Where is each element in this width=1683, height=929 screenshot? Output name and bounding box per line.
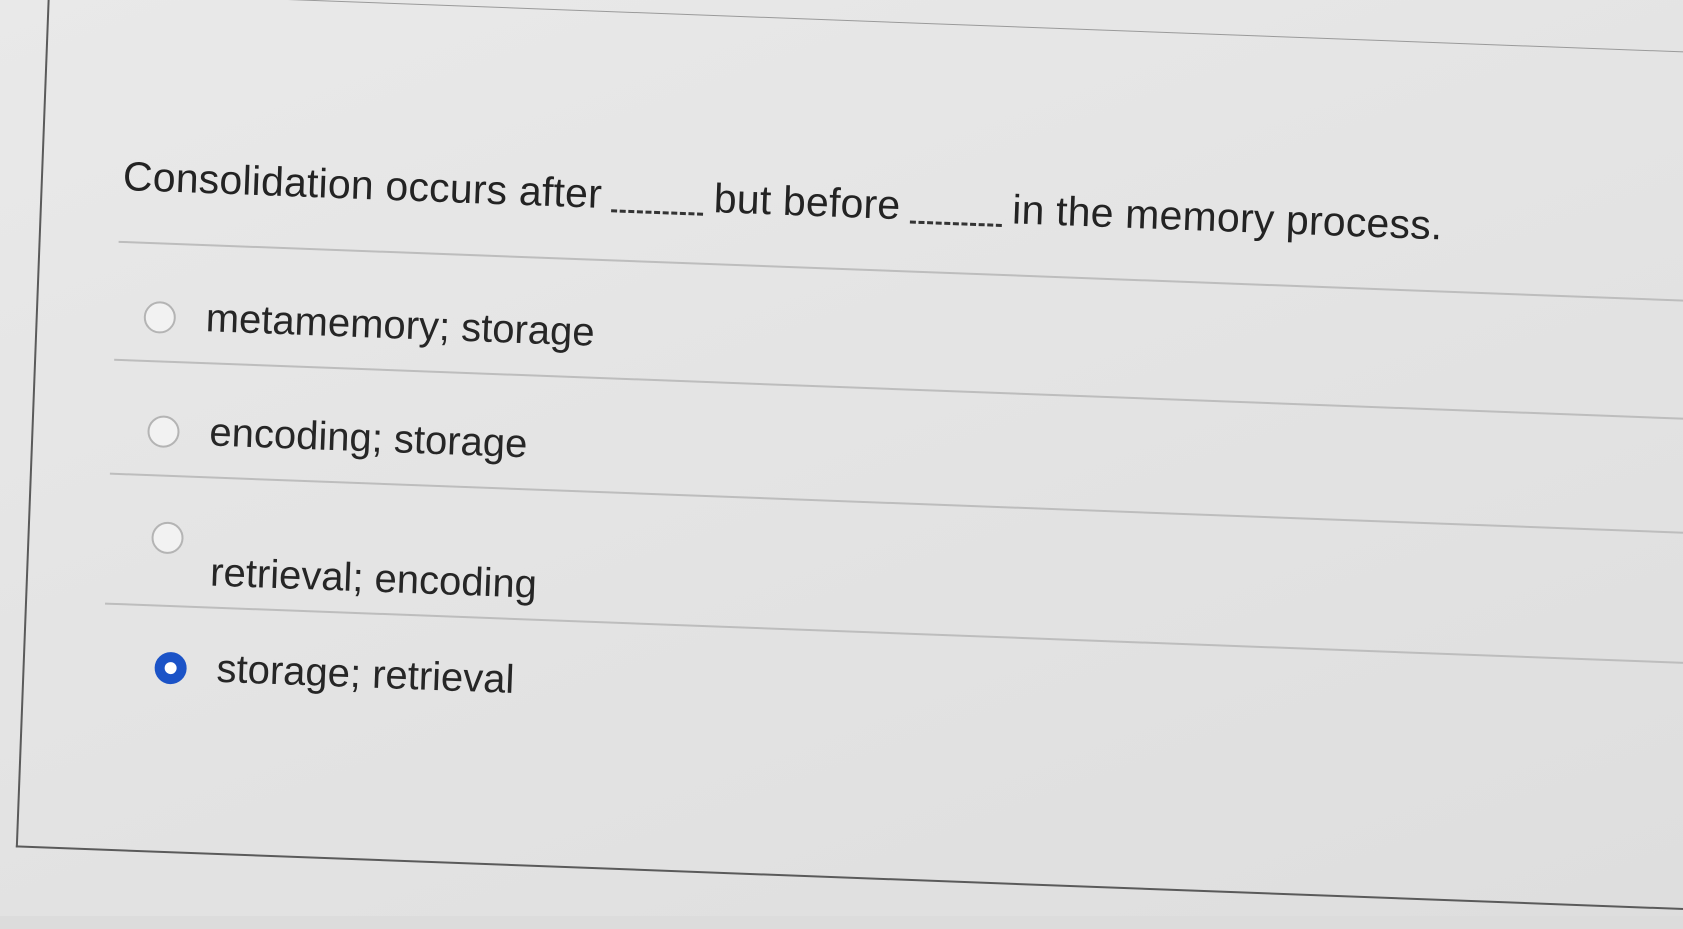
question-blank-2 <box>909 220 1002 227</box>
question-part-2: but before <box>713 175 902 229</box>
question-card: Consolidation occurs after but before in t… <box>15 0 1683 929</box>
radio-button[interactable] <box>150 520 185 554</box>
radio-button[interactable] <box>146 414 181 448</box>
radio-button-selected[interactable] <box>154 650 188 685</box>
radio-button[interactable] <box>143 300 177 334</box>
question-blank-1 <box>611 209 704 216</box>
